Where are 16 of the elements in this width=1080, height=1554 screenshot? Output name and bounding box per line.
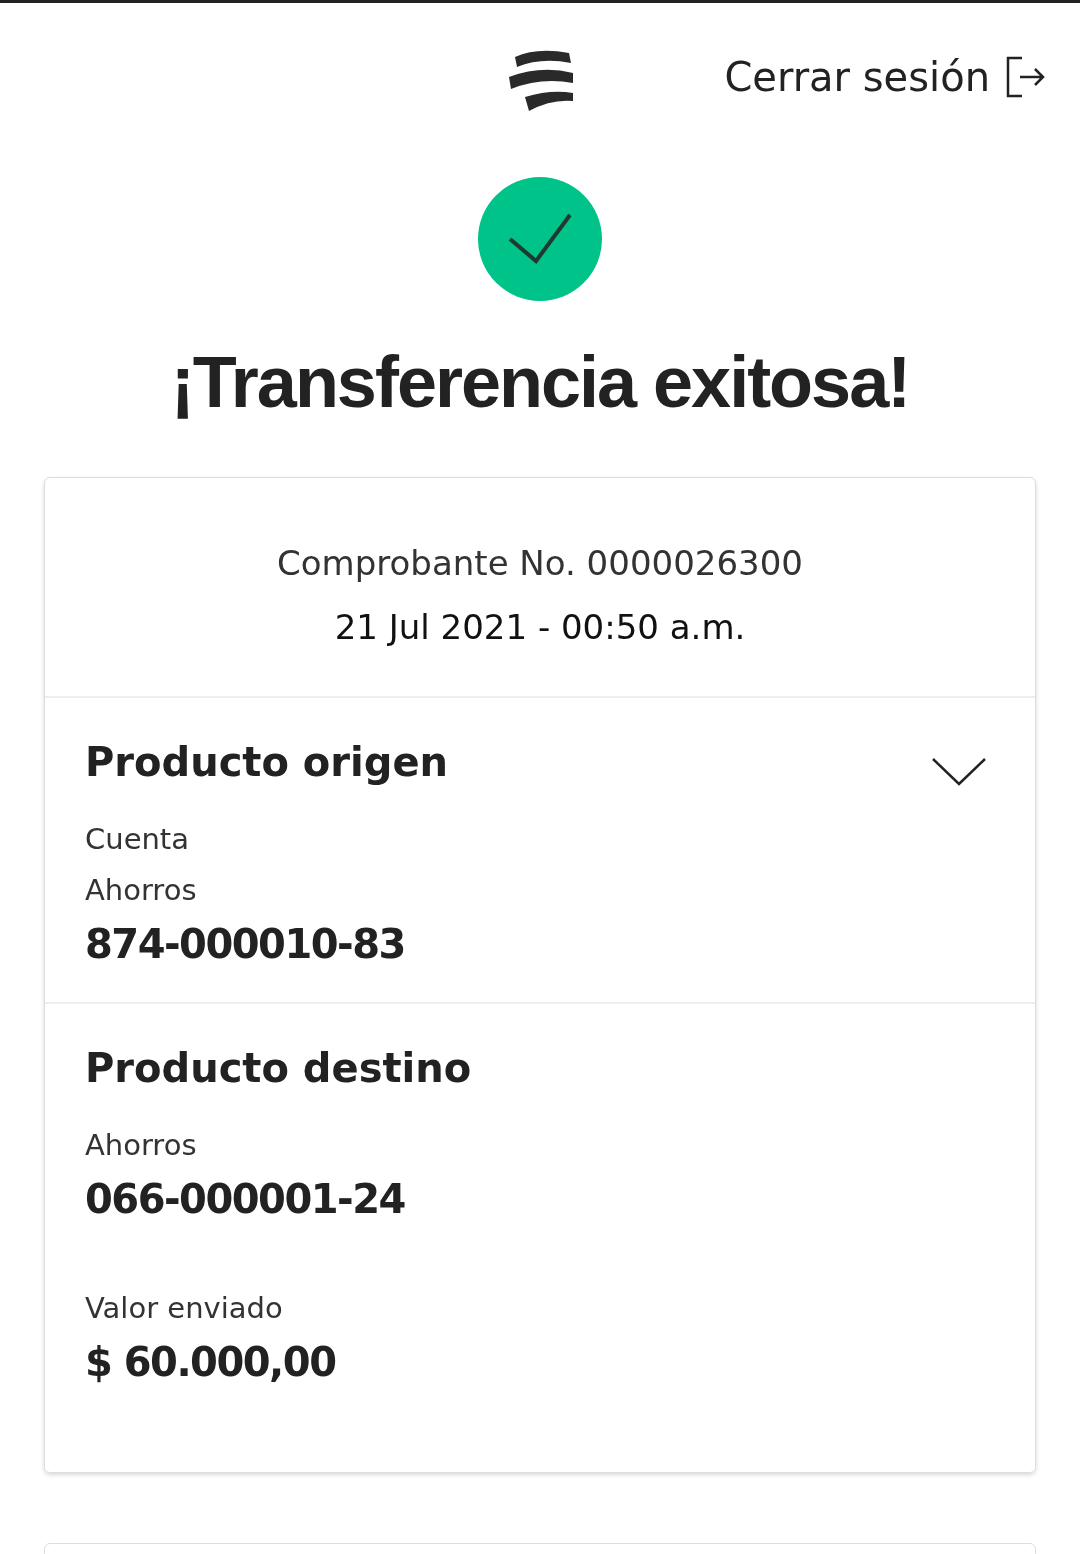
field-label: Cuenta [85, 821, 190, 858]
logout-icon [1006, 56, 1046, 98]
field-value: $ 60.000,00 [85, 1338, 337, 1387]
success-title: ¡Transferencia exitosa! [169, 341, 911, 424]
field-label: Ahorros [85, 1127, 198, 1164]
logout-button[interactable]: Cerrar sesión [724, 47, 1046, 107]
receipt-number: Comprobante No. 0000026300 [277, 542, 803, 585]
section-title: Producto origen [85, 738, 449, 787]
field-label: Ahorros [85, 872, 198, 909]
receipt-datetime: 21 Jul 2021 - 00:50 a.m. [334, 606, 746, 649]
field-label: Valor enviado [85, 1290, 284, 1327]
field-value: 066-000001-24 [85, 1175, 406, 1224]
success-check-icon [478, 177, 602, 301]
field-value: 874-000010-83 [85, 920, 406, 969]
section-title: Producto destino [85, 1044, 472, 1093]
chevron-down-icon[interactable] [931, 757, 987, 787]
